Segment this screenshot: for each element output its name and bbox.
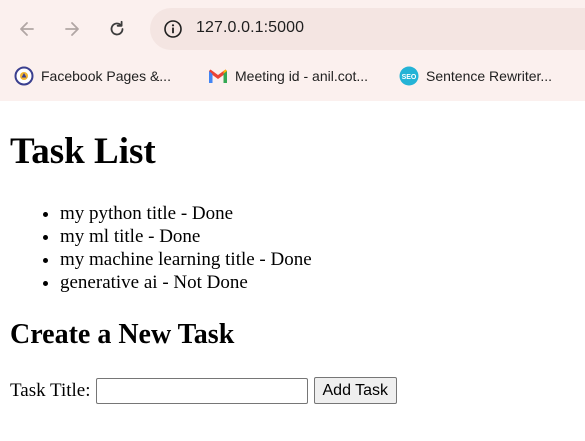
task-item: generative ai - Not Done — [60, 271, 312, 294]
create-task-heading: Create a New Task — [10, 319, 235, 350]
task-list: my python title - Done my ml title - Don… — [10, 202, 312, 294]
task-item: my python title - Done — [60, 202, 312, 225]
gmail-icon — [208, 66, 228, 86]
bookmark-facebook-pages[interactable]: Facebook Pages &... — [14, 62, 171, 90]
bookmark-sentence-rewriter[interactable]: SEO Sentence Rewriter... — [399, 62, 552, 90]
reload-button[interactable] — [101, 13, 133, 45]
create-task-form: Task Title: Add Task — [10, 377, 398, 404]
browser-chrome: 127.0.0.1:5000 Facebook Pages &... Meeti… — [0, 0, 585, 101]
task-title-label: Task Title: — [10, 379, 91, 401]
task-title-input[interactable] — [95, 377, 308, 404]
page-content: Task List my python title - Done my ml t… — [0, 101, 585, 441]
task-item: my ml title - Done — [60, 225, 312, 248]
facebook-pages-icon — [14, 66, 34, 86]
task-item: my machine learning title - Done — [60, 248, 312, 271]
url-text: 127.0.0.1:5000 — [196, 19, 305, 36]
forward-button[interactable] — [56, 13, 88, 45]
address-bar[interactable]: 127.0.0.1:5000 — [150, 8, 585, 50]
arrow-right-icon — [65, 22, 79, 36]
add-task-button[interactable]: Add Task — [313, 377, 398, 404]
bookmark-label: Meeting id - anil.cot... — [235, 68, 369, 84]
bookmark-label: Sentence Rewriter... — [426, 68, 553, 84]
back-button[interactable] — [11, 13, 43, 45]
reload-icon — [110, 20, 124, 36]
info-icon — [164, 20, 182, 38]
arrow-left-icon — [20, 22, 34, 36]
bookmark-label: Facebook Pages &... — [41, 68, 171, 84]
bookmarks-bar: Facebook Pages &... Meeting id - anil.co… — [0, 58, 585, 94]
page-title: Task List — [10, 131, 156, 172]
seo-icon: SEO — [399, 66, 419, 86]
site-info-button[interactable] — [158, 14, 188, 44]
browser-toolbar: 127.0.0.1:5000 — [0, 0, 585, 58]
svg-text:SEO: SEO — [402, 74, 417, 81]
bookmark-meeting-id[interactable]: Meeting id - anil.cot... — [208, 62, 368, 90]
